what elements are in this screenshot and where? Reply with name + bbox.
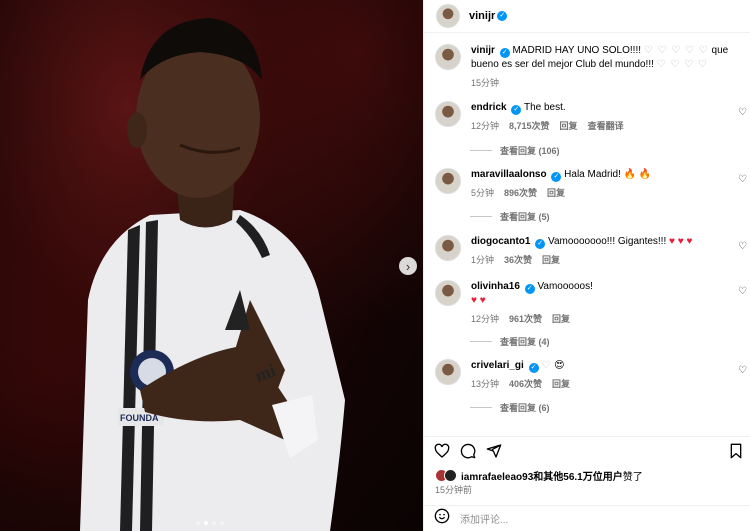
caption-avatar[interactable] xyxy=(435,44,461,70)
comment-avatar[interactable] xyxy=(435,280,461,306)
likes-count[interactable]: 其他56.1万位用户 xyxy=(543,472,622,483)
translate-button[interactable]: 查看翻译 xyxy=(588,119,624,133)
comment-text: Vamooooos! xyxy=(537,281,593,292)
comment-time: 13分钟 xyxy=(471,379,500,389)
caption-hearts-a: ♡ ♡ ♡ ♡ ♡ xyxy=(643,45,709,56)
post-action-bar xyxy=(424,436,750,462)
post-detail-panel: vinijr ✓ vinijr ✓ MADRID HAY UNO SOLO!!!… xyxy=(423,0,750,531)
like-comment-heart-icon[interactable]: ♡ xyxy=(738,174,747,185)
next-photo-button[interactable]: › xyxy=(399,257,417,275)
red-hearts-emoji: ♥ ♥ xyxy=(471,295,486,306)
share-icon[interactable] xyxy=(486,443,502,459)
verified-badge-icon: ✓ xyxy=(524,284,535,294)
svg-text:FOUNDA: FOUNDA xyxy=(120,413,159,423)
post-time-ago: 15分钟前 xyxy=(435,485,473,495)
comment-likes[interactable]: 406次赞 xyxy=(509,377,542,391)
bookmark-icon[interactable] xyxy=(728,443,744,459)
verified-badge-icon: ✓ xyxy=(499,48,510,58)
liker-avatar xyxy=(444,469,457,482)
add-comment-input[interactable]: 添加评论... xyxy=(460,511,508,526)
fire-emoji: 🔥 🔥 xyxy=(623,169,652,180)
caption-time: 15分钟 xyxy=(471,78,500,88)
post-header: vinijr ✓ xyxy=(424,0,750,33)
likes-tail: 赞了 xyxy=(622,472,643,483)
comment-time: 12分钟 xyxy=(471,121,500,131)
heart-eyes-emoji: 😍 xyxy=(554,360,565,371)
like-comment-heart-icon[interactable]: ♡ xyxy=(738,286,747,297)
red-hearts-emoji: ♥ ♥ ♥ xyxy=(669,236,693,247)
dot xyxy=(220,521,224,525)
likes-prefix[interactable]: iamrafaeleao93和 xyxy=(461,472,543,483)
comment-item: olivinha16 ✓ Vamooooos! ♥ ♥ 12分钟 961次赞 回… xyxy=(435,280,740,326)
caption-hearts-b: ♡ ♡ ♡ ♡ xyxy=(656,59,708,70)
add-comment-bar: 添加评论... xyxy=(424,505,750,531)
verified-badge-icon: ✓ xyxy=(551,172,562,182)
verified-badge-icon: ✓ xyxy=(497,11,508,21)
comment-item: diogocanto1 ✓ Vamooooooo!!! Gigantes!!! … xyxy=(435,235,740,267)
dot xyxy=(212,521,216,525)
reply-button[interactable]: 回复 xyxy=(552,377,570,391)
comment-likes[interactable]: 36次赞 xyxy=(504,253,532,267)
emoji-picker-icon[interactable] xyxy=(434,508,450,529)
comment-text: The best. xyxy=(523,102,566,113)
comment-username[interactable]: olivinha16 xyxy=(471,281,520,292)
verified-badge-icon: ✓ xyxy=(511,105,522,115)
like-comment-heart-icon[interactable]: ♡ xyxy=(738,241,747,252)
comment-avatar[interactable] xyxy=(435,168,461,194)
verified-badge-icon: ✓ xyxy=(535,239,546,249)
view-replies-button[interactable]: 查看回复 (4) xyxy=(470,335,550,348)
caption-body: vinijr ✓ MADRID HAY UNO SOLO!!!! ♡ ♡ ♡ ♡… xyxy=(471,44,740,90)
like-comment-heart-icon[interactable]: ♡ xyxy=(738,107,747,118)
comments-feed[interactable]: vinijr ✓ MADRID HAY UNO SOLO!!!! ♡ ♡ ♡ ♡… xyxy=(424,33,750,429)
comment-item: maravillaalonso ✓ Hala Madrid! 🔥 🔥 5分钟 8… xyxy=(435,168,740,200)
reply-button[interactable]: 回复 xyxy=(542,253,560,267)
reply-button[interactable]: 回复 xyxy=(552,312,570,326)
dot-active xyxy=(204,521,208,525)
photo-pagination-dots xyxy=(196,521,224,525)
comment-time: 5分钟 xyxy=(471,188,495,198)
player-illustration: FOUNDA mi xyxy=(80,18,345,531)
dot xyxy=(196,521,200,525)
comment-text: ♡ xyxy=(541,360,552,371)
comment-likes[interactable]: 8,715次赞 xyxy=(509,119,550,133)
author-avatar[interactable] xyxy=(436,4,460,28)
view-replies-button[interactable]: 查看回复 (106) xyxy=(470,144,560,157)
comment-likes[interactable]: 896次赞 xyxy=(504,186,537,200)
caption: vinijr ✓ MADRID HAY UNO SOLO!!!! ♡ ♡ ♡ ♡… xyxy=(435,44,740,90)
comment-username[interactable]: diogocanto1 xyxy=(471,236,530,247)
verified-badge-icon: ✓ xyxy=(528,363,539,373)
comment-avatar[interactable] xyxy=(435,359,461,385)
reply-button[interactable]: 回复 xyxy=(560,119,578,133)
post-photo[interactable]: FOUNDA mi › xyxy=(0,0,423,531)
comment-item: crivelari_gi ✓ ♡ 😍 13分钟 406次赞 回复 xyxy=(435,359,740,391)
view-replies-button[interactable]: 查看回复 (6) xyxy=(470,401,550,414)
comment-username[interactable]: crivelari_gi xyxy=(471,360,524,371)
comment-icon[interactable] xyxy=(460,443,476,459)
comment-username[interactable]: maravillaalonso xyxy=(471,169,547,180)
comment-avatar[interactable] xyxy=(435,101,461,127)
caption-text-a: MADRID HAY UNO SOLO!!!! xyxy=(512,45,642,56)
comment-avatar[interactable] xyxy=(435,235,461,261)
view-replies-button[interactable]: 查看回复 (5) xyxy=(470,210,550,223)
like-heart-icon[interactable] xyxy=(434,443,450,459)
reply-button[interactable]: 回复 xyxy=(547,186,565,200)
author-username[interactable]: vinijr xyxy=(469,10,495,22)
comment-text: Vamooooooo!!! Gigantes!!! xyxy=(548,236,667,247)
like-comment-heart-icon[interactable]: ♡ xyxy=(738,365,747,376)
comment-text: Hala Madrid! xyxy=(564,169,621,180)
comment-time: 12分钟 xyxy=(471,314,500,324)
likes-summary[interactable]: iamrafaeleao93和其他56.1万位用户赞了 xyxy=(435,468,643,483)
comment-likes[interactable]: 961次赞 xyxy=(509,312,542,326)
comment-time: 1分钟 xyxy=(471,255,495,265)
comment-item: endrick ✓ The best. 12分钟 8,715次赞 回复 查看翻译 xyxy=(435,101,740,133)
caption-username[interactable]: vinijr xyxy=(471,45,495,56)
comment-username[interactable]: endrick xyxy=(471,102,507,113)
